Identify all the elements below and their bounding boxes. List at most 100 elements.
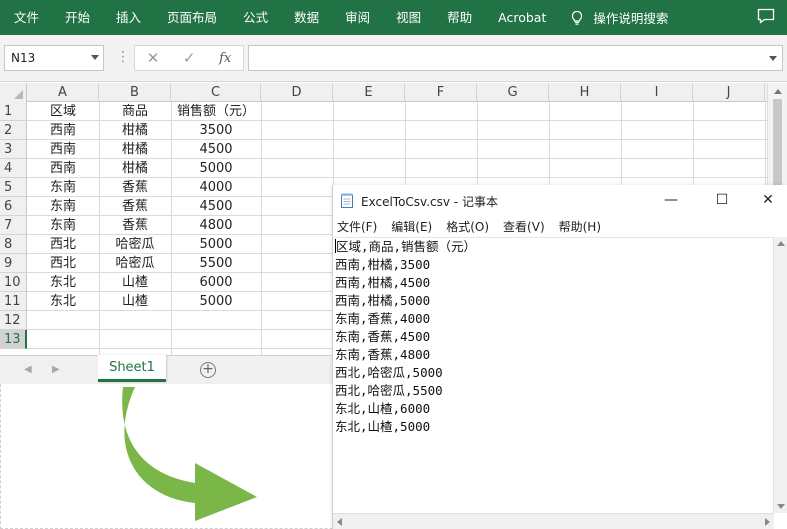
column-header-f[interactable]: F	[405, 83, 477, 102]
cell-c9[interactable]: 5500	[171, 254, 261, 273]
cell-a5[interactable]: 东南	[27, 178, 99, 197]
select-all-corner[interactable]	[0, 83, 27, 102]
cell-c3[interactable]: 4500	[171, 140, 261, 159]
text-line-content: 区域,商品,销售额（元）	[336, 239, 477, 254]
cell-c7[interactable]: 4800	[171, 216, 261, 235]
minimize-button[interactable]: —	[661, 191, 681, 209]
cell-a9[interactable]: 西北	[27, 254, 99, 273]
row-header-10[interactable]: 10	[0, 273, 27, 292]
cell-b10[interactable]: 山楂	[99, 273, 171, 292]
cell-b9[interactable]: 哈密瓜	[99, 254, 171, 273]
row-header-2[interactable]: 2	[0, 121, 27, 140]
column-header-c[interactable]: C	[171, 83, 261, 102]
maximize-button[interactable]: ☐	[712, 191, 732, 209]
ribbon-tab-file[interactable]: 文件	[0, 0, 52, 35]
ribbon-tab-view[interactable]: 视图	[383, 0, 434, 35]
fx-icon[interactable]: fx	[219, 51, 231, 66]
scroll-right-icon[interactable]	[765, 518, 770, 526]
notepad-vertical-scrollbar[interactable]	[773, 237, 787, 513]
menu-format[interactable]: 格式(O)	[440, 218, 495, 235]
close-button[interactable]: ✕	[758, 191, 778, 209]
column-header-a[interactable]: A	[27, 83, 99, 102]
check-icon[interactable]: ✓	[183, 49, 196, 67]
ribbon-tab-data[interactable]: 数据	[281, 0, 332, 35]
column-header-g[interactable]: G	[477, 83, 549, 102]
cell-a11[interactable]: 东北	[27, 292, 99, 311]
chevron-down-icon[interactable]	[91, 55, 99, 60]
cell-c8[interactable]: 5000	[171, 235, 261, 254]
row-header-5[interactable]: 5	[0, 178, 27, 197]
cell-a6[interactable]: 东南	[27, 197, 99, 216]
row-header-4[interactable]: 4	[0, 159, 27, 178]
cell-a3[interactable]: 西南	[27, 140, 99, 159]
cell-b8[interactable]: 哈密瓜	[99, 235, 171, 254]
ribbon-tab-review[interactable]: 审阅	[332, 0, 383, 35]
drag-handle-icon[interactable]: ⋮	[116, 49, 130, 65]
menu-edit[interactable]: 编辑(E)	[385, 218, 438, 235]
name-box[interactable]: N13	[4, 45, 104, 71]
column-header-i[interactable]: I	[621, 83, 693, 102]
add-sheet-button[interactable]: +	[200, 362, 216, 378]
row-header-12[interactable]: 12	[0, 311, 27, 330]
cell-b4[interactable]: 柑橘	[99, 159, 171, 178]
comment-icon[interactable]	[757, 8, 775, 24]
scroll-left-icon[interactable]	[337, 518, 342, 526]
scroll-up-icon[interactable]	[774, 89, 782, 94]
cell-a7[interactable]: 东南	[27, 216, 99, 235]
row-header-3[interactable]: 3	[0, 140, 27, 159]
column-header-e[interactable]: E	[333, 83, 405, 102]
formula-input[interactable]	[248, 45, 783, 71]
cell-b2[interactable]: 柑橘	[99, 121, 171, 140]
ribbon-tab-formulas[interactable]: 公式	[230, 0, 281, 35]
column-header-d[interactable]: D	[261, 83, 333, 102]
ribbon-tab-home[interactable]: 开始	[52, 0, 103, 35]
cell-c10[interactable]: 6000	[171, 273, 261, 292]
cell-a2[interactable]: 西南	[27, 121, 99, 140]
cell-b6[interactable]: 香蕉	[99, 197, 171, 216]
cell-a4[interactable]: 西南	[27, 159, 99, 178]
menu-view[interactable]: 查看(V)	[497, 218, 551, 235]
cell-b1[interactable]: 商品	[99, 102, 171, 121]
cell-b3[interactable]: 柑橘	[99, 140, 171, 159]
x-icon[interactable]: ✕	[147, 49, 160, 67]
row-header-6[interactable]: 6	[0, 197, 27, 216]
column-header-b[interactable]: B	[99, 83, 171, 102]
menu-help[interactable]: 帮助(H)	[553, 218, 607, 235]
cell-b7[interactable]: 香蕉	[99, 216, 171, 235]
notepad-text-area[interactable]: 区域,商品,销售额（元） 西南,柑橘,3500 西南,柑橘,4500 西南,柑橘,50…	[335, 237, 773, 513]
row-header-7[interactable]: 7	[0, 216, 27, 235]
scroll-down-icon[interactable]	[777, 504, 785, 509]
ribbon-tab-page-layout[interactable]: 页面布局	[154, 0, 230, 35]
ribbon-tab-acrobat[interactable]: Acrobat	[485, 0, 559, 35]
tell-me-search[interactable]: 操作说明搜索	[569, 8, 668, 27]
chevron-down-icon[interactable]	[769, 56, 777, 61]
cell-b5[interactable]: 香蕉	[99, 178, 171, 197]
cell-a10[interactable]: 东北	[27, 273, 99, 292]
row-header-9[interactable]: 9	[0, 254, 27, 273]
row-header-11[interactable]: 11	[0, 292, 27, 311]
cell-c6[interactable]: 4500	[171, 197, 261, 216]
cell-c2[interactable]: 3500	[171, 121, 261, 140]
column-header-j[interactable]: J	[693, 83, 765, 102]
ribbon-tab-help[interactable]: 帮助	[434, 0, 485, 35]
next-sheet-icon[interactable]: ▶	[52, 364, 60, 375]
scroll-up-icon[interactable]	[777, 241, 785, 246]
row-header-8[interactable]: 8	[0, 235, 27, 254]
row-header-13[interactable]: 13	[0, 330, 27, 349]
cell-c11[interactable]: 5000	[171, 292, 261, 311]
cell-b11[interactable]: 山楂	[99, 292, 171, 311]
menu-file[interactable]: 文件(F)	[333, 218, 383, 235]
cell-c4[interactable]: 5000	[171, 159, 261, 178]
text-line: 东南,香蕉,4500	[335, 329, 431, 344]
cell-c5[interactable]: 4000	[171, 178, 261, 197]
column-header-h[interactable]: H	[549, 83, 621, 102]
excel-ribbon: 文件 开始 插入 页面布局 公式 数据 审阅 视图 帮助 Acrobat 操作说…	[0, 0, 787, 35]
cell-c1[interactable]: 销售额（元）	[171, 102, 261, 121]
row-header-1[interactable]: 1	[0, 102, 27, 121]
prev-sheet-icon[interactable]: ◀	[24, 364, 32, 375]
sheet-tab-sheet1[interactable]: Sheet1	[98, 355, 166, 382]
notepad-horizontal-scrollbar[interactable]	[333, 513, 774, 529]
cell-a8[interactable]: 西北	[27, 235, 99, 254]
cell-a1[interactable]: 区域	[27, 102, 99, 121]
ribbon-tab-insert[interactable]: 插入	[103, 0, 154, 35]
